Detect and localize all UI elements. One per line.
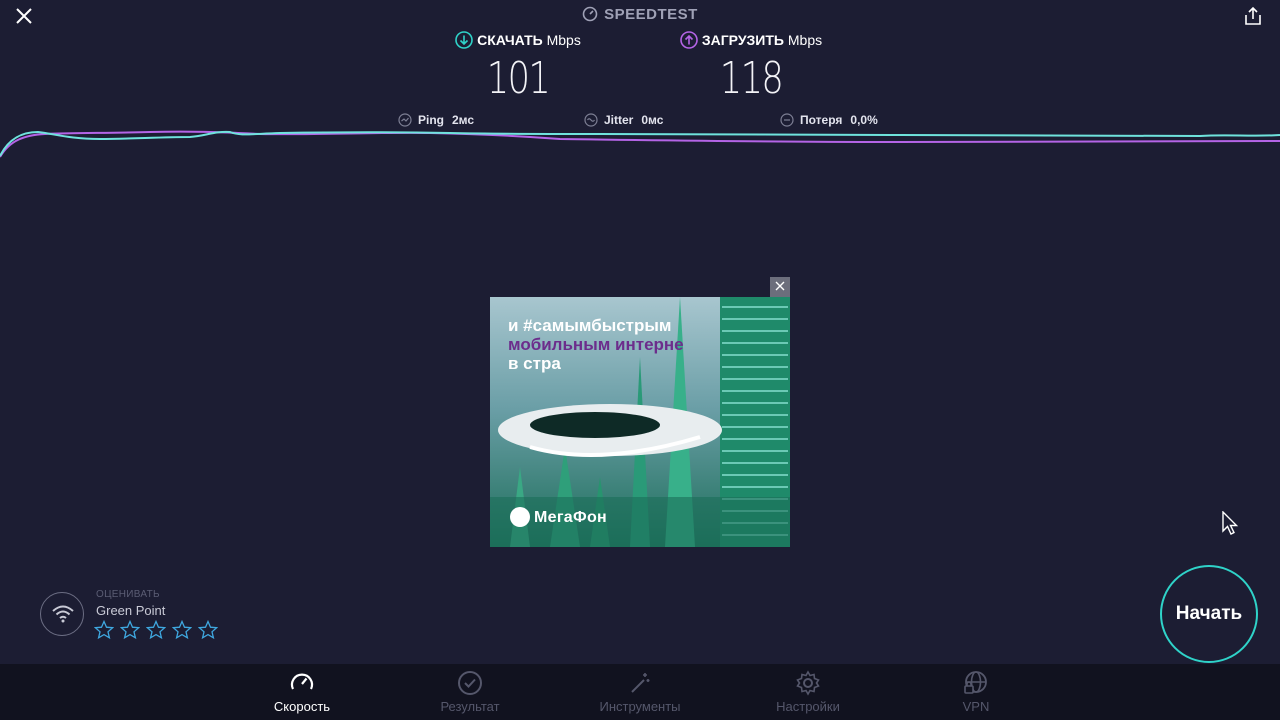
tab-tools[interactable]: Инструменты	[570, 664, 710, 720]
speed-graph	[0, 130, 1280, 158]
upload-label: ЗАГРУЗИТЬ	[701, 32, 784, 48]
star-icon[interactable]	[119, 619, 141, 640]
megafon-logo: МегаФон	[510, 507, 607, 527]
speedometer-icon	[290, 673, 314, 690]
speedometer-icon	[582, 6, 598, 22]
star-icon[interactable]	[197, 619, 219, 640]
ad-headline-1: и #самымбыстрым	[508, 316, 672, 335]
download-value: 101	[486, 53, 551, 104]
share-button[interactable]	[1242, 5, 1264, 27]
tab-results-label: Результат	[440, 699, 500, 714]
check-circle-icon	[458, 671, 482, 695]
star-icon[interactable]	[171, 619, 193, 640]
ad-banner[interactable]: и #самымбыстрым мобильным интерне в стра…	[490, 297, 790, 547]
upload-unit: Mbps	[787, 32, 823, 48]
provider-name: Green Point	[96, 603, 166, 618]
start-button[interactable]: Начать	[1160, 565, 1258, 663]
upload-metric: ЗАГРУЗИТЬ Mbps 118	[668, 31, 834, 104]
upload-header: ЗАГРУЗИТЬ Mbps	[668, 31, 834, 49]
download-graph-line	[0, 130, 1280, 157]
upload-arrow-icon	[680, 31, 698, 49]
bottom-tab-bar: Скорость Результат Инструменты Настройки…	[0, 664, 1280, 720]
share-icon	[1245, 6, 1261, 25]
app-title-text: SPEEDTEST	[604, 6, 698, 23]
tab-speed[interactable]: Скорость	[232, 664, 372, 720]
download-label: СКАЧАТЬ	[477, 32, 543, 48]
ad-headline-3: в стра	[508, 354, 561, 373]
tab-speed-label: Скорость	[273, 699, 331, 714]
download-metric: СКАЧАТЬ Mbps 101	[446, 31, 590, 104]
download-unit: Mbps	[546, 32, 581, 48]
tab-tools-label: Инструменты	[599, 699, 681, 714]
tab-vpn-label: VPN	[962, 699, 990, 714]
ad-brand: МегаФон	[534, 509, 607, 526]
close-icon	[775, 281, 785, 291]
download-arrow-icon	[455, 31, 473, 49]
mouse-cursor-icon	[1222, 511, 1239, 535]
star-icon[interactable]	[93, 619, 115, 640]
globe-lock-icon	[964, 671, 987, 694]
ad-close-button[interactable]	[770, 277, 790, 297]
megafon-logo-icon	[510, 507, 530, 527]
magic-wand-icon	[631, 673, 650, 693]
tab-results[interactable]: Результат	[400, 664, 540, 720]
tab-settings-label: Настройки	[776, 699, 840, 714]
star-icon[interactable]	[145, 619, 167, 640]
rating-stars	[93, 619, 219, 640]
app-title: SPEEDTEST	[0, 6, 1280, 23]
ad-headline-2: мобильным интерне	[508, 335, 684, 354]
wifi-icon	[52, 605, 74, 623]
gear-icon	[796, 670, 820, 696]
rating-label: ОЦЕНИВАТЬ	[96, 589, 160, 600]
tab-settings[interactable]: Настройки	[738, 664, 878, 720]
upload-value: 118	[719, 53, 784, 104]
tab-vpn[interactable]: VPN	[906, 664, 1046, 720]
wifi-badge	[40, 592, 84, 636]
download-header: СКАЧАТЬ Mbps	[446, 31, 590, 49]
